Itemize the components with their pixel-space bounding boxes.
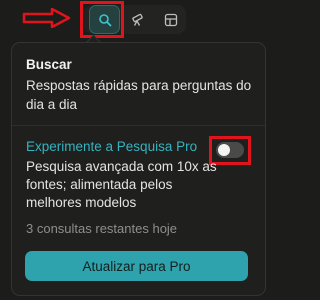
remaining-queries: 3 consultas restantes hoje — [26, 221, 178, 236]
arrow-right-icon — [22, 8, 71, 28]
pro-search-toggle[interactable] — [216, 142, 244, 158]
pro-search-title: Experimente a Pesquisa Pro — [26, 139, 198, 154]
research-mode-button[interactable] — [122, 5, 153, 34]
labs-grid-icon — [164, 13, 177, 26]
search-icon — [98, 13, 111, 26]
search-mode-popover: Buscar Respostas rápidas para perguntas … — [11, 42, 266, 296]
popover-title: Buscar — [26, 57, 72, 72]
toggle-knob — [218, 144, 230, 156]
divider — [12, 125, 265, 126]
labs-mode-button[interactable] — [155, 5, 186, 34]
mode-switcher — [84, 5, 186, 34]
upgrade-to-pro-button[interactable]: Atualizar para Pro — [25, 251, 248, 281]
popover-description: Respostas rápidas para perguntas do dia … — [26, 78, 252, 112]
mode-toolbar — [0, 0, 269, 38]
telescope-icon — [132, 13, 143, 26]
pro-search-description: Pesquisa avançada com 10x as fontes; ali… — [26, 159, 217, 210]
search-mode-button[interactable] — [89, 5, 120, 34]
